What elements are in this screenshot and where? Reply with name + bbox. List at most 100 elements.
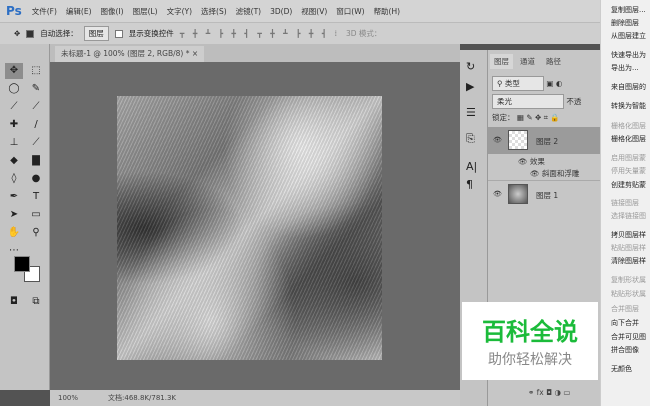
pen-tool-icon[interactable]: ✒ [5, 189, 23, 205]
hand-tool-icon[interactable]: ✋ [5, 225, 23, 241]
menu-3d[interactable]: 3D(D) [270, 7, 292, 16]
document-title: 未标题-1 @ 100% (图层 2, RGB/8) * [61, 49, 190, 58]
brushed-metal-canvas-image[interactable] [117, 96, 382, 360]
history-brush-icon[interactable]: ⟋ [27, 135, 45, 151]
context-menu-item[interactable]: 导出为... [611, 63, 639, 73]
menu-select[interactable]: 选择(S) [201, 6, 227, 17]
eraser-tool-icon[interactable]: ◆ [5, 153, 23, 169]
foreground-color-swatch[interactable] [14, 256, 30, 272]
quick-mask-icon[interactable]: ◘ [5, 294, 23, 310]
context-menu-item[interactable]: 停用矢量蒙 [611, 166, 646, 176]
menu-help[interactable]: 帮助(H) [374, 6, 401, 17]
paragraph-icon[interactable]: ¶ [466, 178, 473, 191]
history-icon[interactable]: ↻ [466, 60, 475, 73]
document-tab[interactable]: 未标题-1 @ 100% (图层 2, RGB/8) * × [55, 46, 205, 62]
effects-label: 效果 [529, 157, 545, 166]
lock-icons[interactable]: ▦ ✎ ✥ ⌗ 🔒 [517, 113, 560, 122]
rectangle-tool-icon[interactable]: ▭ [27, 207, 45, 223]
close-tab-icon[interactable]: × [192, 49, 198, 58]
context-menu-item[interactable]: 从图层建立 [611, 31, 646, 41]
menu-filter[interactable]: 滤镜(T) [236, 6, 261, 17]
context-menu-item[interactable]: 栅格化图层 [611, 121, 646, 131]
healing-brush-icon[interactable]: ✚ [5, 117, 23, 133]
clone-source-icon[interactable]: ⎘ [466, 132, 475, 146]
zoom-level[interactable]: 100% [58, 394, 78, 402]
menu-image[interactable]: 图像(I) [101, 6, 124, 17]
layer-name[interactable]: 图层 2 [536, 136, 558, 147]
blend-mode-dropdown[interactable]: 柔光 [492, 94, 564, 109]
tab-channels[interactable]: 通道 [516, 54, 539, 69]
auto-select-dropdown[interactable]: 图层 [83, 26, 109, 41]
menu-view[interactable]: 视图(V) [301, 6, 327, 17]
move-tool-icon[interactable]: ✥ [5, 63, 23, 79]
context-menu-item[interactable]: 粘贴形状属 [611, 289, 646, 299]
quick-select-tool-icon[interactable]: ✎ [27, 81, 45, 97]
align-icons[interactable]: ┳ ╋ ┻ ┣ ╋ ┫ ┳ ╋ ┻ ┣ ╋ ┫ ⁞ [180, 29, 340, 38]
blur-tool-icon[interactable]: ◊ [5, 171, 23, 187]
stamp-tool-icon[interactable]: ⊥ [5, 135, 23, 151]
context-menu-item[interactable]: 转换为智能 [611, 101, 646, 111]
options-bar: ✥ 自动选择： 图层 显示变换控件 ┳ ╋ ┻ ┣ ╋ ┫ ┳ ╋ ┻ ┣ ╋ … [0, 22, 600, 44]
context-menu-item[interactable]: 清除图层样 [611, 256, 646, 266]
context-menu-item[interactable]: 快速导出为 [611, 50, 646, 60]
context-menu-item[interactable]: 粘贴图层样 [611, 243, 646, 253]
context-menu-item[interactable]: 启用图层蒙 [611, 153, 646, 163]
menu-edit[interactable]: 编辑(E) [66, 6, 92, 17]
visibility-eye-icon[interactable]: 👁 [493, 136, 502, 144]
zoom-tool-icon[interactable]: ⚲ [27, 225, 45, 241]
effects-row[interactable]: 👁 效果 [488, 156, 600, 167]
dodge-tool-icon[interactable]: ● [27, 171, 45, 187]
context-menu-item[interactable]: 拼合图像 [611, 345, 639, 355]
layer-row-1[interactable]: 👁 图层 1 [488, 180, 600, 207]
context-menu-item[interactable]: 拷贝图层样 [611, 230, 646, 240]
layer-thumbnail [508, 130, 528, 150]
show-transform-checkbox[interactable] [114, 29, 123, 38]
context-menu-item[interactable]: 创建剪贴蒙 [611, 180, 646, 190]
lasso-tool-icon[interactable]: ◯ [5, 81, 23, 97]
context-menu-item[interactable]: 来自图层的 [611, 82, 646, 92]
gradient-tool-icon[interactable]: ▇ [27, 153, 45, 169]
context-menu-item[interactable]: 向下合并 [611, 318, 639, 328]
effect-name: 斜面和浮雕 [541, 169, 580, 178]
context-menu-item[interactable]: 无颜色 [611, 364, 632, 374]
properties-icon[interactable]: ☰ [466, 106, 476, 119]
context-menu-item[interactable]: 复制图层... [611, 5, 646, 15]
visibility-eye-icon[interactable]: 👁 [493, 190, 502, 198]
brush-tool-icon[interactable]: / [27, 117, 45, 133]
auto-select-checkbox[interactable] [26, 29, 35, 38]
status-bar: 100% 文档:468.8K/781.3K [50, 390, 460, 406]
eyedropper-tool-icon[interactable]: ⟋ [27, 99, 45, 115]
menu-layer[interactable]: 图层(L) [133, 6, 158, 17]
tab-paths[interactable]: 路径 [542, 54, 565, 69]
actions-play-icon[interactable]: ▶ [466, 80, 474, 93]
menu-file[interactable]: 文件(F) [32, 6, 57, 17]
context-menu-item[interactable]: 删除图层 [611, 18, 639, 28]
filter-icons[interactable]: ▣ ◐ [546, 79, 562, 88]
layer-row-2[interactable]: 👁 图层 2 [488, 127, 600, 154]
move-tool-icon[interactable]: ✥ [14, 29, 20, 38]
watermark-subtitle: 助你轻松解决 [488, 352, 572, 368]
tab-layers[interactable]: 图层 [490, 54, 513, 69]
context-menu-item[interactable]: 栅格化图层 [611, 134, 646, 144]
layer-footer-icons[interactable]: ⚭ fx ◘ ◑ ▭ [488, 388, 600, 397]
context-menu-item[interactable]: 选择链接图 [611, 211, 646, 221]
effect-bevel-row[interactable]: 👁 斜面和浮雕 [488, 168, 600, 179]
character-icon[interactable]: A| [466, 160, 477, 173]
marquee-tool-icon[interactable]: ⬚ [27, 63, 45, 79]
menu-window[interactable]: 窗口(W) [336, 6, 364, 17]
context-menu-item[interactable]: 链接图层 [611, 198, 639, 208]
show-transform-label: 显示变换控件 [128, 29, 174, 38]
menu-type[interactable]: 文字(Y) [167, 6, 192, 17]
layer-filter-dropdown[interactable]: ⚲ 类型 [492, 76, 544, 91]
layer-name[interactable]: 图层 1 [536, 190, 558, 201]
tools-panel: ✥ ⬚ ◯ ✎ ⟋ ⟋ ✚ / ⊥ ⟋ ◆ ▇ ◊ ● ✒ T ➤ ▭ ✋ ⚲ … [0, 44, 50, 390]
path-select-icon[interactable]: ➤ [5, 207, 23, 223]
watermark-title: 百科全说 [482, 318, 578, 346]
screen-mode-icon[interactable]: ⧉ [27, 294, 45, 310]
context-menu-item[interactable]: 合并图层 [611, 304, 639, 314]
context-menu-item[interactable]: 合并可见图 [611, 332, 646, 342]
context-menu-item[interactable]: 复制形状属 [611, 275, 646, 285]
layer-thumbnail [508, 184, 528, 204]
crop-tool-icon[interactable]: ⟋ [5, 99, 23, 115]
type-tool-icon[interactable]: T [27, 189, 45, 205]
